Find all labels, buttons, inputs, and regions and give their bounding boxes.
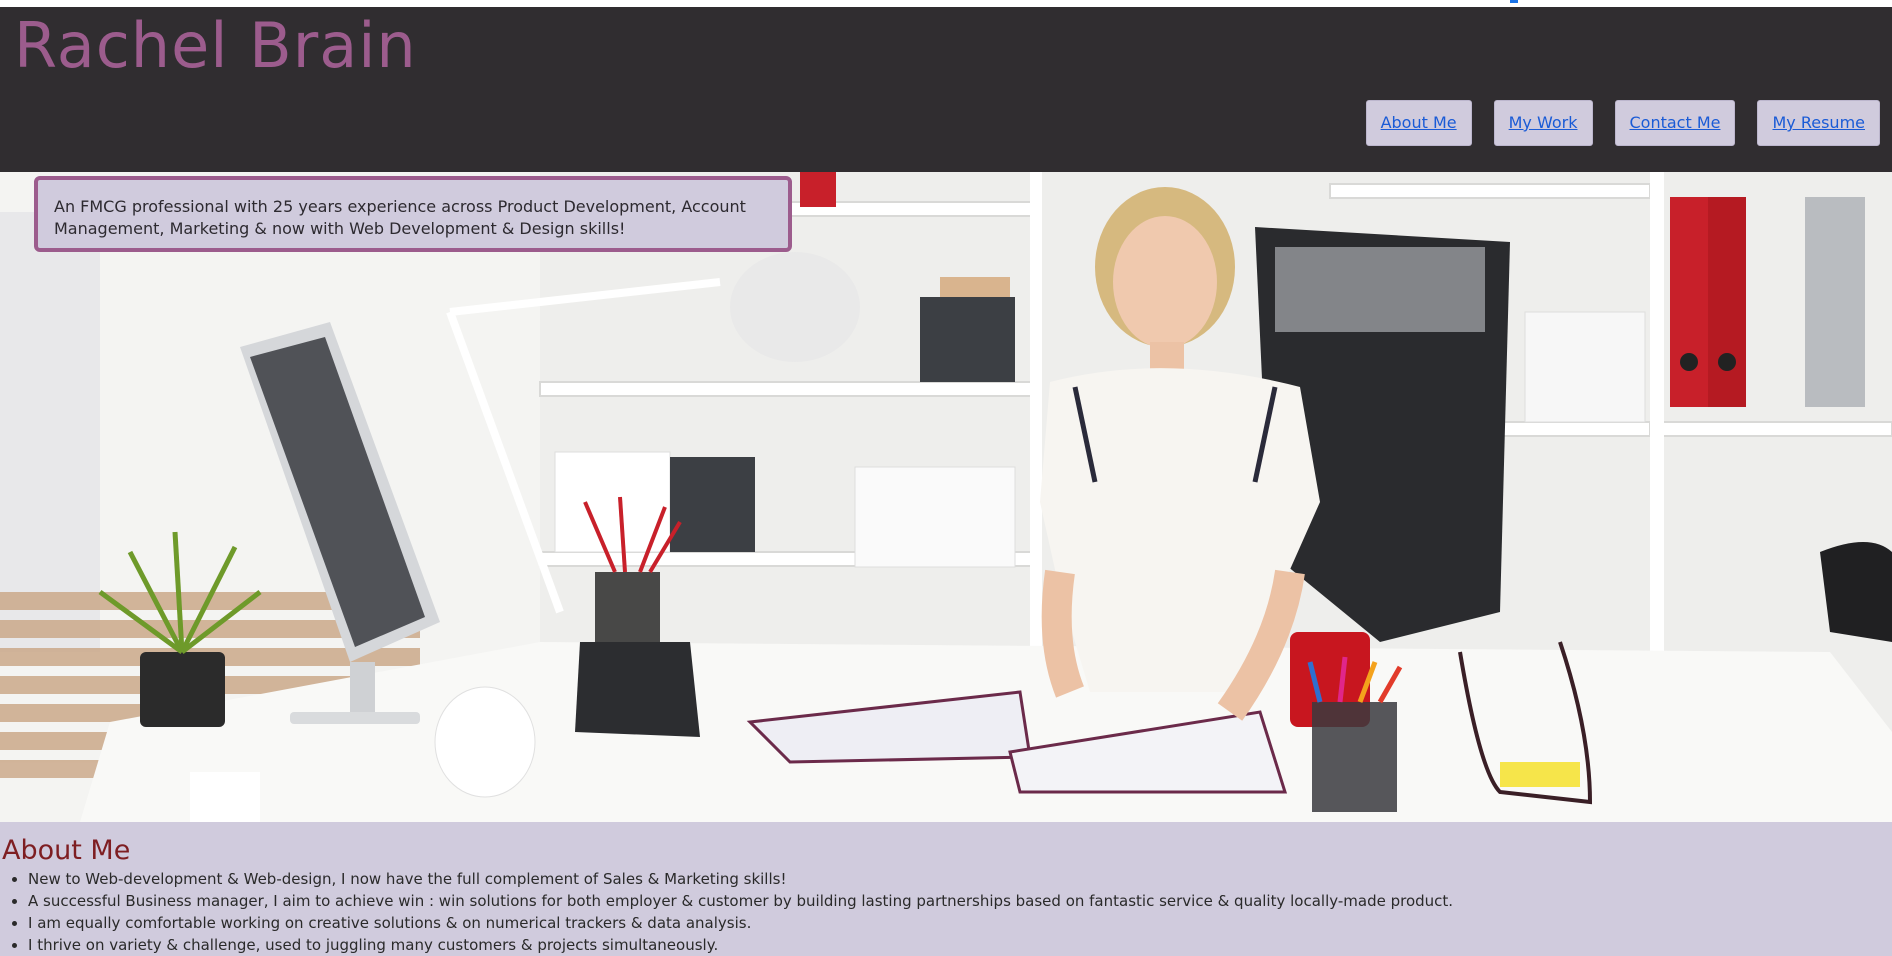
- tagline-box: An FMCG professional with 25 years exper…: [34, 176, 792, 252]
- nav-about-me[interactable]: About Me: [1365, 100, 1472, 146]
- about-item: A successful Business manager, I aim to …: [28, 890, 1892, 912]
- main-nav: About Me My Work Contact Me My Resume: [1344, 100, 1892, 146]
- page-indicator: [1510, 0, 1518, 3]
- about-item: New to Web-development & Web-design, I n…: [28, 868, 1892, 890]
- about-heading: About Me: [2, 835, 131, 866]
- about-item: I am equally comfortable working on crea…: [28, 912, 1892, 934]
- hero-image: [0, 172, 1892, 822]
- about-list: New to Web-development & Web-design, I n…: [2, 868, 1892, 956]
- nav-my-resume[interactable]: My Resume: [1757, 100, 1880, 146]
- nav-my-work[interactable]: My Work: [1493, 100, 1593, 146]
- nav-contact-me[interactable]: Contact Me: [1614, 100, 1736, 146]
- browser-top-strip: [0, 0, 1892, 7]
- about-item: I thrive on variety & challenge, used to…: [28, 934, 1892, 956]
- site-title: Rachel Brain: [14, 9, 417, 82]
- hero-section: An FMCG professional with 25 years exper…: [0, 172, 1892, 822]
- about-section: About Me New to Web-development & Web-de…: [0, 822, 1892, 956]
- site-header: Rachel Brain About Me My Work Contact Me…: [0, 7, 1892, 172]
